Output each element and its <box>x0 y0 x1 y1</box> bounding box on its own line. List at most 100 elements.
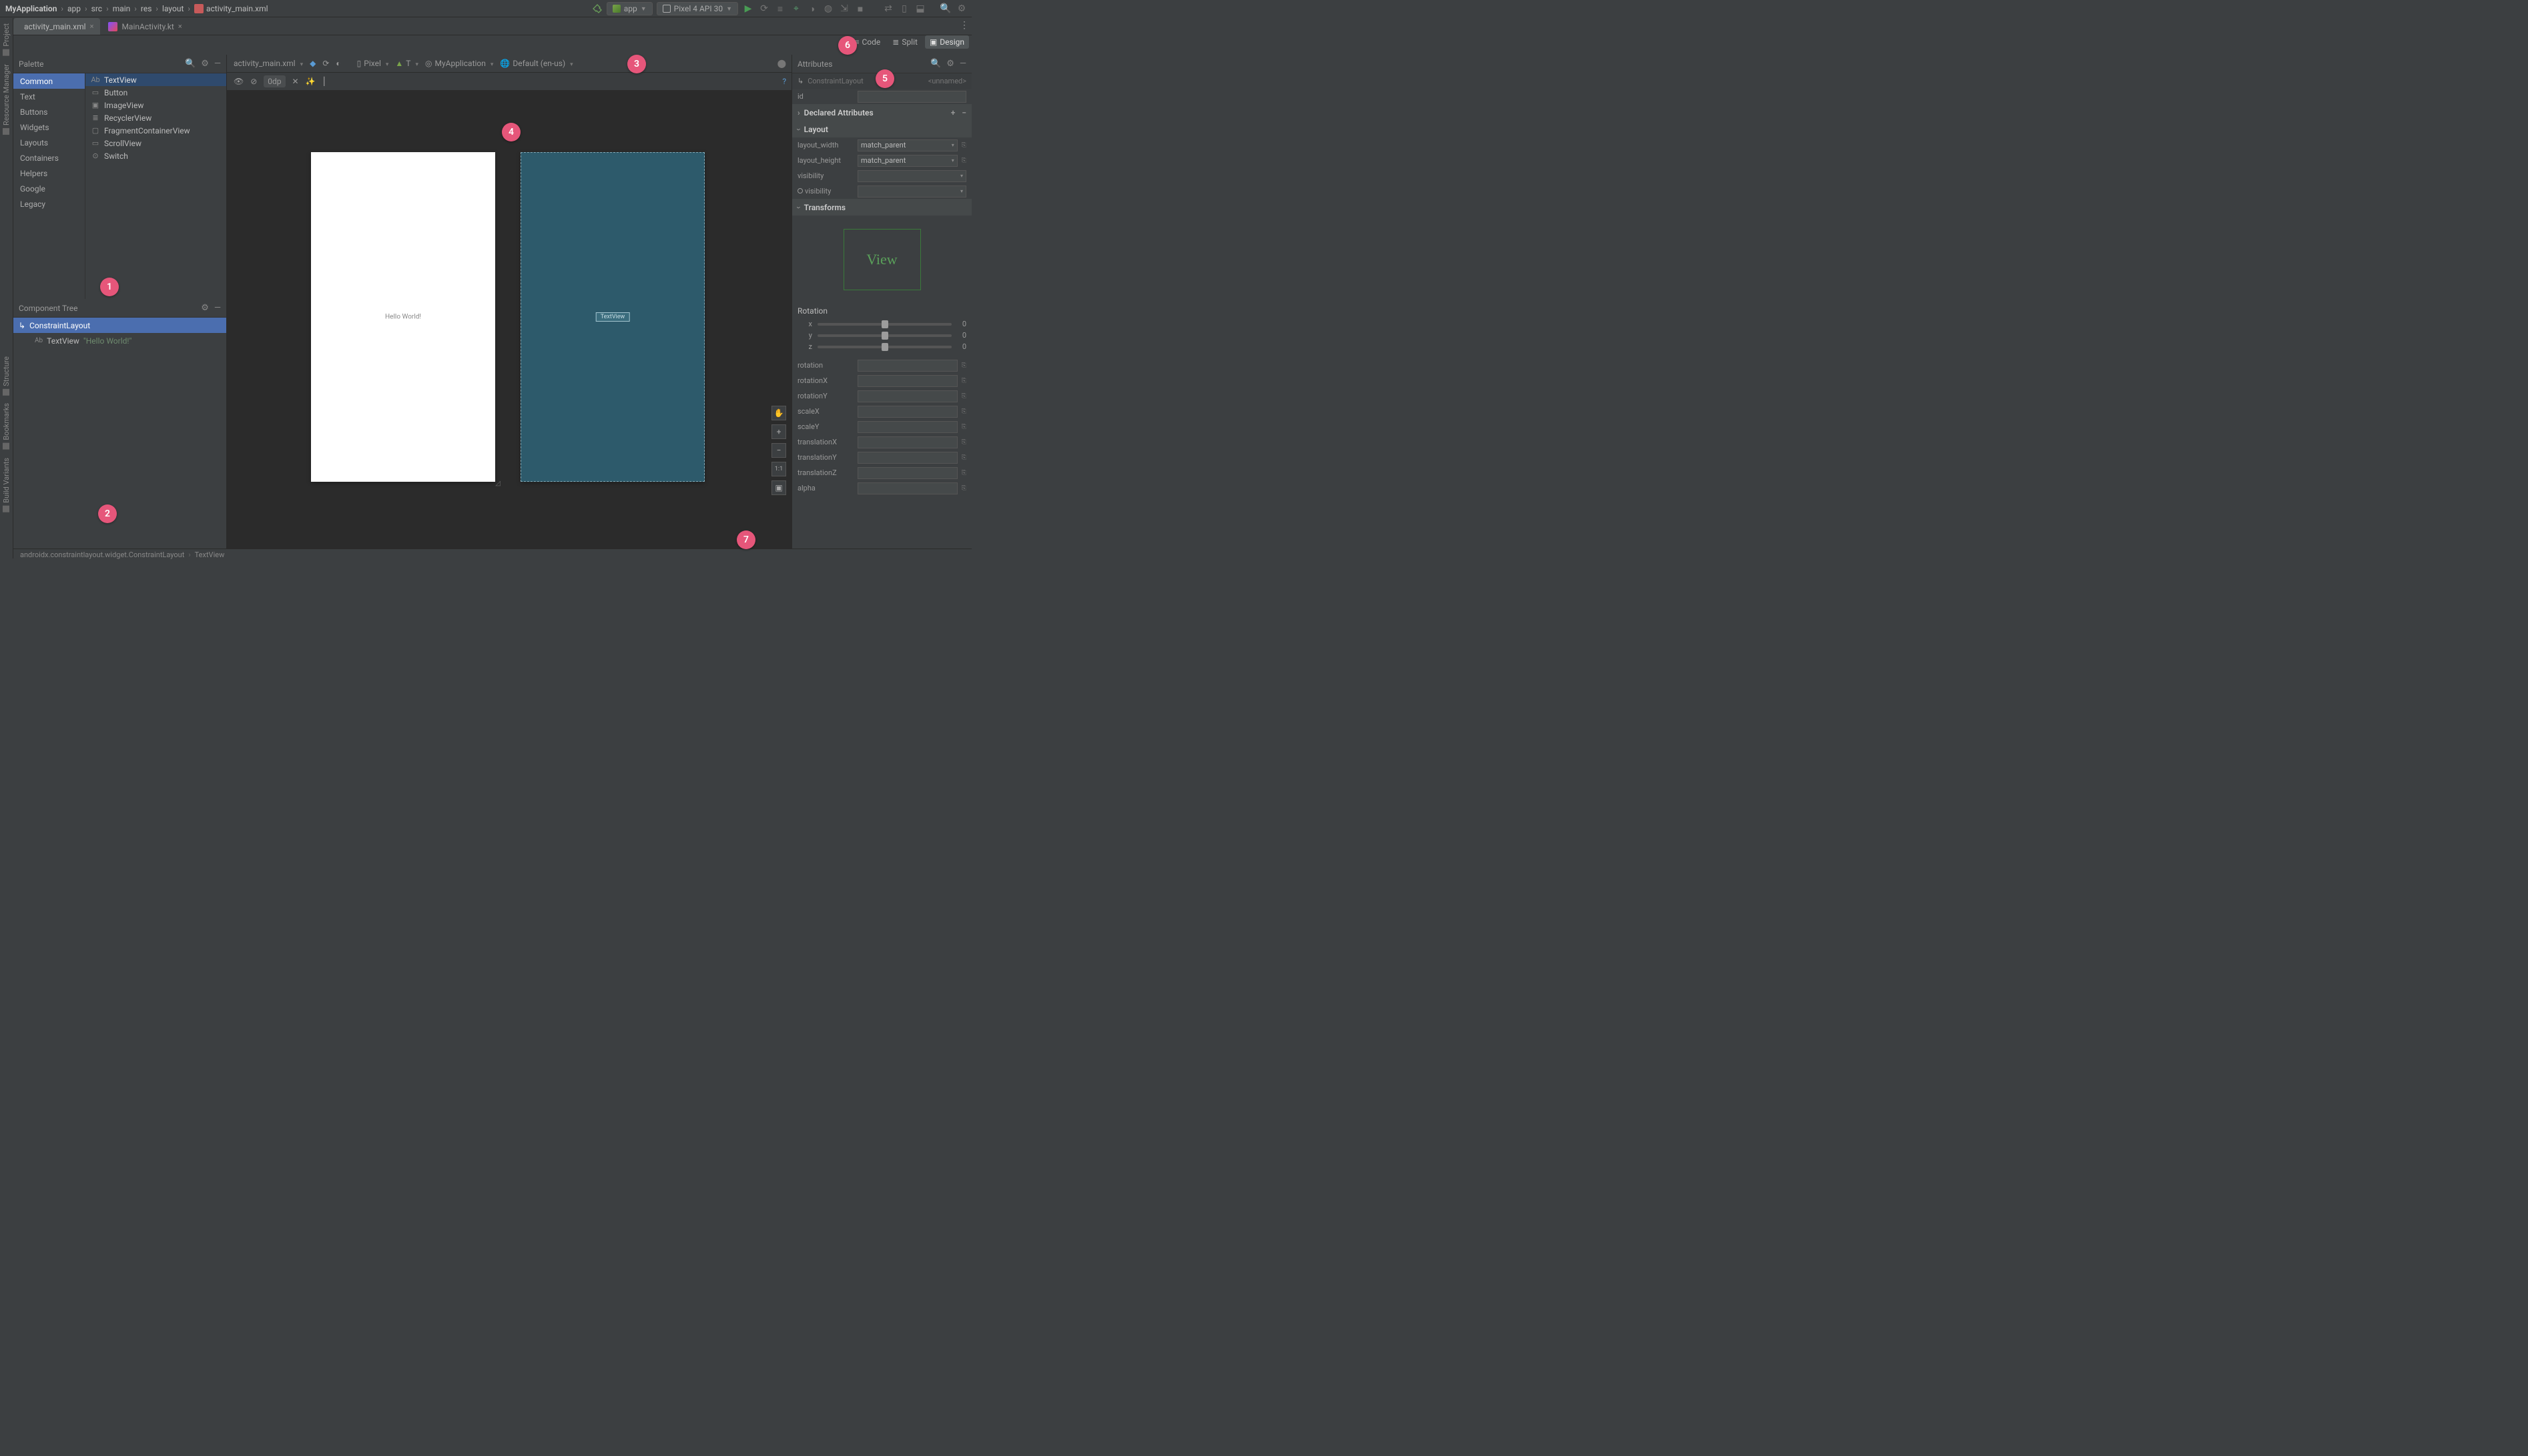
palette-cat-buttons[interactable]: Buttons <box>13 104 85 119</box>
add-attr-icon[interactable]: + <box>951 108 956 117</box>
search-everywhere-icon[interactable]: 🔍 <box>940 3 952 14</box>
palette-cat-google[interactable]: Google <box>13 181 85 196</box>
sdk-icon[interactable]: ⬓ <box>914 3 926 14</box>
attr-link-icon[interactable]: ⎘ <box>962 157 966 164</box>
apply-changes-icon[interactable]: ≡ <box>774 3 786 15</box>
sync-icon[interactable]: ⇄ <box>882 3 894 14</box>
status-leaf[interactable]: TextView <box>195 551 225 559</box>
palette-cat-helpers[interactable]: Helpers <box>13 165 85 181</box>
palette-item-recyclerview[interactable]: ≣RecyclerView <box>85 111 226 124</box>
device-type-dropdown[interactable]: ▯Pixel <box>357 59 389 68</box>
zoom-full-button[interactable]: ▣ <box>771 480 786 495</box>
eye-icon[interactable]: 👁 <box>234 77 244 86</box>
palette-cat-common[interactable]: Common <box>13 73 85 89</box>
attr-declared-section[interactable]: Declared Attributes +− <box>792 104 972 121</box>
palette-item-fragmentcontainerview[interactable]: ▢FragmentContainerView <box>85 124 226 137</box>
debug-icon[interactable]: ⌖ <box>790 3 802 14</box>
tools-visibility-dropdown[interactable] <box>858 186 966 198</box>
tab-activity-main-xml[interactable]: activity_main.xml × <box>13 18 100 35</box>
rotation-z-slider[interactable]: z0 <box>792 341 972 352</box>
breadcrumb-res[interactable]: res <box>141 4 152 13</box>
sidebar-structure[interactable]: Structure <box>0 352 13 400</box>
palette-minimize-icon[interactable]: — <box>214 59 221 69</box>
breadcrumb-file[interactable]: activity_main.xml <box>206 4 268 13</box>
attr-transforms-section[interactable]: Transforms <box>792 199 972 216</box>
breadcrumb-src[interactable]: src <box>91 4 102 13</box>
coverage-icon[interactable]: ◍ <box>822 3 834 14</box>
warnings-icon[interactable]: ⬤ <box>777 59 786 68</box>
layout-height-dropdown[interactable]: match_parent <box>858 155 958 167</box>
layout-width-dropdown[interactable]: match_parent <box>858 139 958 151</box>
tree-textview[interactable]: Ab TextView "Hello World!" <box>13 333 226 348</box>
palette-search-icon[interactable]: 🔍 <box>185 59 196 69</box>
rotationy-input[interactable] <box>858 390 958 402</box>
zoom-out-button[interactable]: − <box>771 443 786 458</box>
translationx-input[interactable] <box>858 436 958 448</box>
visibility-dropdown[interactable] <box>858 170 966 182</box>
palette-item-button[interactable]: ▭Button <box>85 86 226 99</box>
breadcrumb-main[interactable]: main <box>113 4 131 13</box>
tab-main-activity-kt[interactable]: MainActivity.kt × <box>101 18 188 35</box>
guidelines-icon[interactable]: ⎮ <box>322 77 326 86</box>
attr-settings-icon[interactable]: ⚙ <box>946 59 954 69</box>
theme-dropdown[interactable]: ◎MyApplication <box>425 59 493 68</box>
status-path[interactable]: androidx.constraintlayout.widget.Constra… <box>20 551 184 559</box>
palette-item-textview[interactable]: AbTextView <box>85 73 226 86</box>
help-icon[interactable]: ? <box>782 77 786 86</box>
scaley-input[interactable] <box>858 421 958 433</box>
api-dropdown[interactable]: ▲T <box>395 59 418 68</box>
rotation-y-slider[interactable]: y0 <box>792 330 972 341</box>
sidebar-build-variants[interactable]: Build Variants <box>0 454 13 516</box>
palette-cat-layouts[interactable]: Layouts <box>13 135 85 150</box>
palette-cat-legacy[interactable]: Legacy <box>13 196 85 212</box>
default-margin[interactable]: 0dp <box>264 75 285 87</box>
stop-icon[interactable]: ■ <box>854 3 866 15</box>
settings-icon[interactable]: ⚙ <box>956 3 968 14</box>
resize-handle-icon[interactable]: ◿ <box>495 480 501 487</box>
layout-file-dropdown[interactable]: activity_main.xml <box>234 59 303 68</box>
attr-search-icon[interactable]: 🔍 <box>930 59 941 69</box>
palette-cat-containers[interactable]: Containers <box>13 150 85 165</box>
breadcrumb-layout[interactable]: layout <box>162 4 184 13</box>
attr-minimize-icon[interactable]: — <box>960 59 966 69</box>
tab-options-icon[interactable]: ⋮ <box>960 20 969 31</box>
hello-world-text[interactable]: Hello World! <box>385 314 421 321</box>
tree-settings-icon[interactable]: ⚙ <box>201 303 209 313</box>
blueprint-surface[interactable]: TextView <box>521 152 705 482</box>
palette-item-imageview[interactable]: ▣ImageView <box>85 99 226 111</box>
breadcrumb-project[interactable]: MyApplication <box>5 4 57 13</box>
alpha-input[interactable] <box>858 482 958 494</box>
split-view-button[interactable]: ≣Split <box>888 35 922 49</box>
night-icon[interactable]: ◐ <box>336 59 340 68</box>
orientation-icon[interactable]: ⟳ <box>322 59 329 68</box>
sidebar-project[interactable]: Project <box>0 19 13 60</box>
translationz-input[interactable] <box>858 467 958 479</box>
attr-link-icon[interactable]: ⎘ <box>962 142 966 149</box>
tree-minimize-icon[interactable]: — <box>214 303 221 313</box>
palette-item-switch[interactable]: ⊙Switch <box>85 149 226 162</box>
remove-attr-icon[interactable]: − <box>962 108 966 117</box>
palette-item-scrollview[interactable]: ▭ScrollView <box>85 137 226 149</box>
rerun-icon[interactable]: ⟳ <box>758 3 770 14</box>
run-config-dropdown[interactable]: app ▼ <box>607 2 653 15</box>
pan-button[interactable]: ✋ <box>771 406 786 420</box>
attr-id-input[interactable] <box>858 91 966 103</box>
breadcrumb-app[interactable]: app <box>67 4 81 13</box>
design-surface[interactable]: Hello World! ◿ <box>311 152 495 482</box>
clear-constraints-icon[interactable]: ✕ <box>292 77 299 86</box>
run-icon[interactable]: ▶ <box>742 3 754 14</box>
palette-cat-widgets[interactable]: Widgets <box>13 119 85 135</box>
tree-constraintlayout[interactable]: ↳ ConstraintLayout <box>13 318 226 333</box>
locale-dropdown[interactable]: 🌐Default (en-us) <box>500 59 573 68</box>
sidebar-bookmarks[interactable]: Bookmarks <box>0 399 13 454</box>
blueprint-textview[interactable]: TextView <box>596 312 630 322</box>
close-tab-icon[interactable]: × <box>90 22 94 31</box>
design-canvas[interactable]: Hello World! ◿ TextView ✋ + − 1:1 ▣ <box>227 91 792 549</box>
attach-icon[interactable]: ⇲ <box>838 3 850 14</box>
zoom-fit-button[interactable]: 1:1 <box>771 462 786 476</box>
rotation-input[interactable] <box>858 360 958 372</box>
profile-icon[interactable]: ◑ <box>806 3 818 15</box>
close-tab-icon[interactable]: × <box>178 22 182 31</box>
palette-settings-icon[interactable]: ⚙ <box>201 59 209 69</box>
magnet-icon[interactable]: ⊘ <box>250 77 257 86</box>
